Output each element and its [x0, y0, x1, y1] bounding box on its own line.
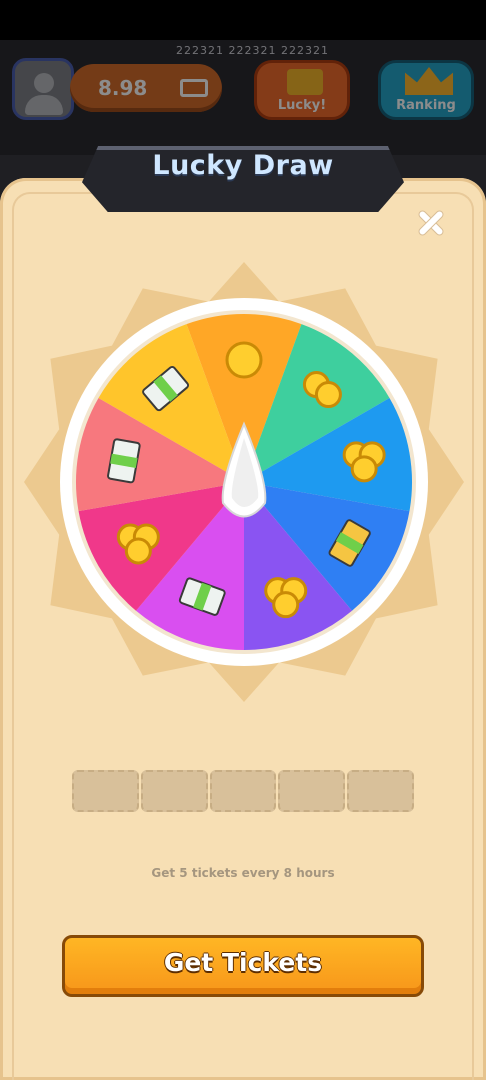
- avatar[interactable]: [12, 58, 74, 120]
- lucky-label: Lucky!: [277, 98, 327, 113]
- ranking-label: Ranking: [396, 98, 456, 113]
- balance-value: 8.98: [98, 76, 148, 100]
- ticket-slot: [140, 770, 208, 812]
- ticket-slots: [72, 770, 414, 812]
- cash-icon: [107, 438, 141, 484]
- crown-icon: [405, 67, 453, 95]
- ticket-info: Get 5 tickets every 8 hours: [151, 866, 335, 880]
- player-ids: 222321 222321 222321: [176, 44, 329, 57]
- prize-wheel[interactable]: [60, 298, 428, 666]
- modal-title: Lucky Draw: [152, 150, 334, 181]
- get-tickets-button[interactable]: Get Tickets: [62, 935, 424, 997]
- status-bar: [0, 0, 486, 40]
- balance-pill[interactable]: 8.98: [70, 64, 222, 112]
- ticket-slot: [72, 770, 139, 812]
- ticket-slot: [209, 770, 277, 812]
- coins-icon: [225, 341, 263, 379]
- wheel-svg: [60, 298, 428, 666]
- get-tickets-label: Get Tickets: [163, 948, 323, 977]
- avatar-body-icon: [25, 95, 63, 115]
- wallet-icon: [180, 79, 208, 97]
- avatar-head-icon: [34, 73, 54, 93]
- ticket-slot: [347, 770, 414, 812]
- lucky-button[interactable]: Lucky!: [254, 60, 350, 120]
- close-icon[interactable]: [414, 206, 448, 240]
- gift-icon: [287, 69, 323, 95]
- ranking-button[interactable]: Ranking: [378, 60, 474, 120]
- ticket-slot: [278, 770, 346, 812]
- game-header: 222321 222321 222321 8.98 Lucky! Ranking: [0, 40, 486, 155]
